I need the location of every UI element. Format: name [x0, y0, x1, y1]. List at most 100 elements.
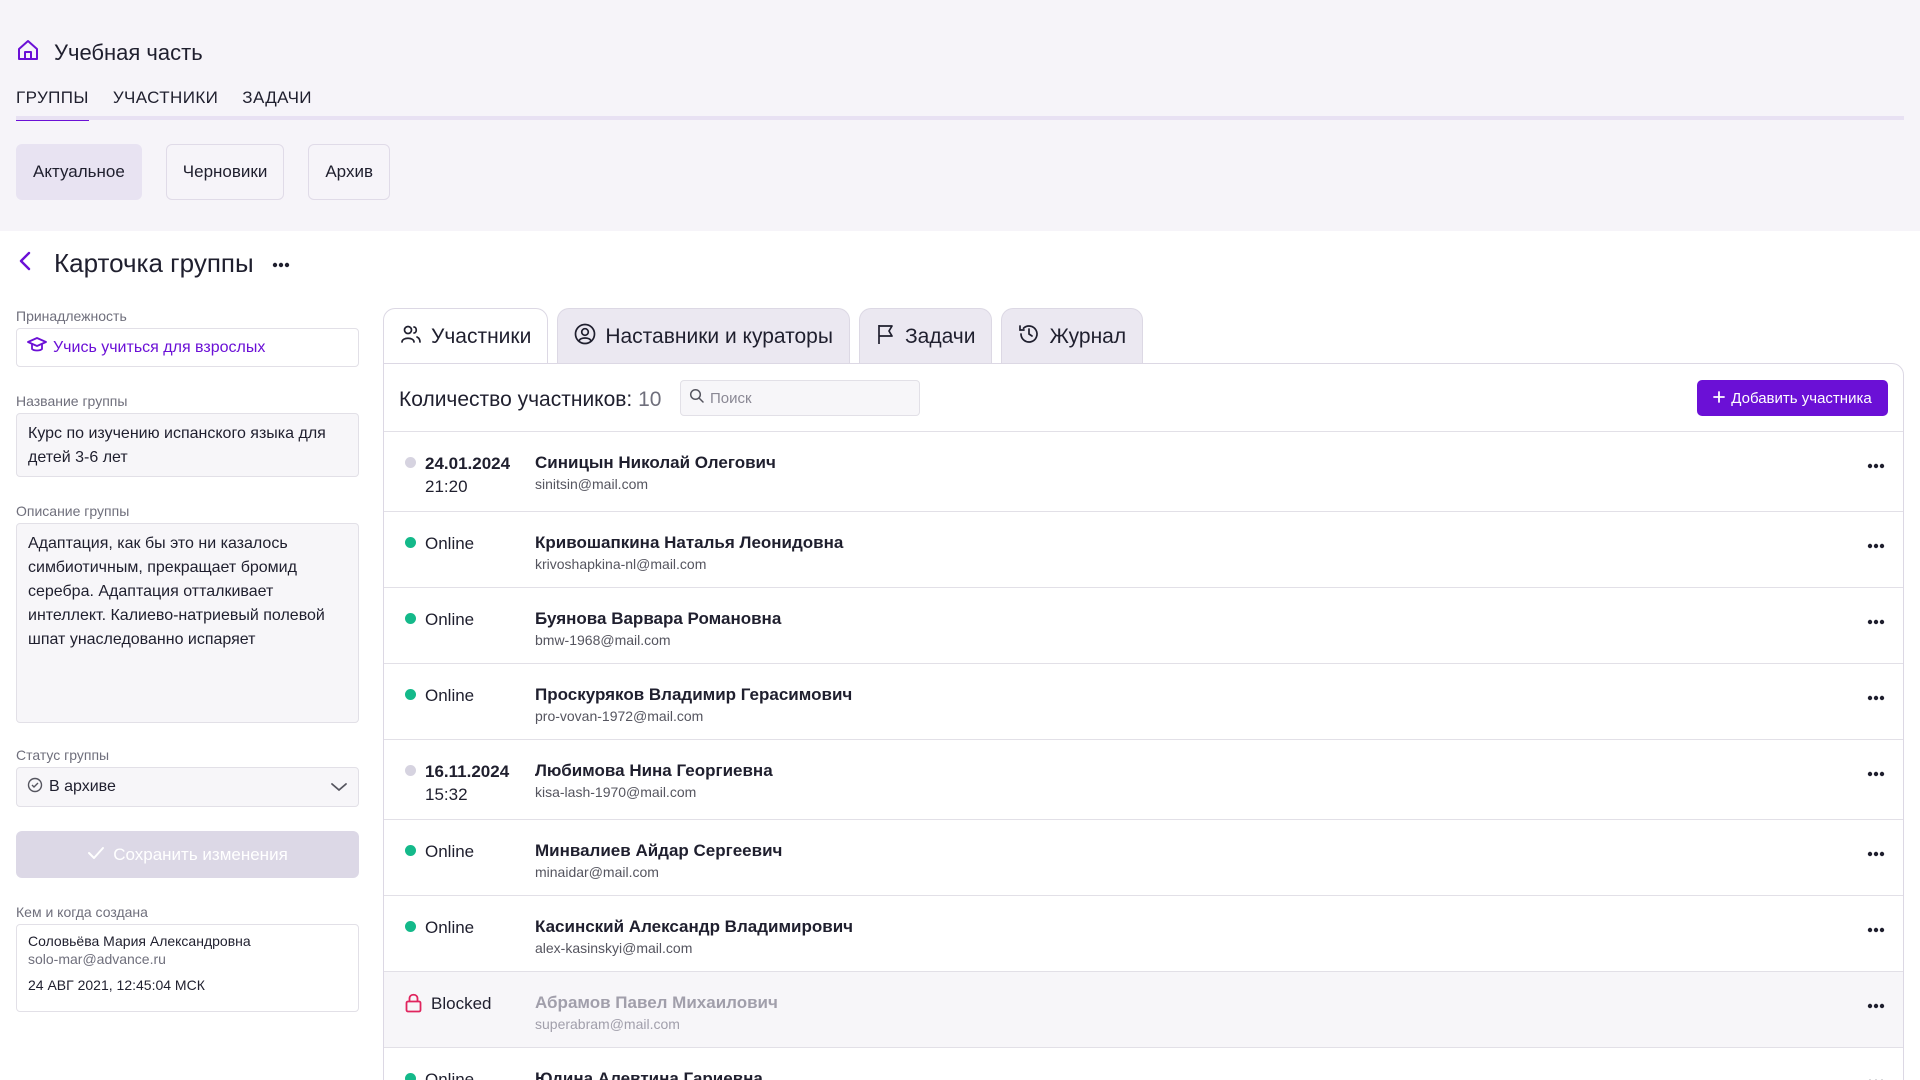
- member-status: Online: [405, 916, 474, 939]
- member-email: sinitsin@mail.com: [535, 476, 649, 492]
- search-box[interactable]: [680, 380, 920, 416]
- panel-tabs: Участники Наставники и кураторы Задачи Ж…: [383, 308, 1144, 365]
- status-text: Blocked: [431, 994, 492, 1013]
- member-name: Проскуряков Владимир Герасимович: [535, 685, 853, 704]
- users-icon: [400, 323, 422, 351]
- member-email: minaidar@mail.com: [535, 864, 659, 880]
- table-row[interactable]: Blocked Абрамов Павел Михаилович superab…: [384, 972, 1903, 1048]
- row-more-icon[interactable]: [1867, 536, 1885, 554]
- member-info: Абрамов Павел Михаилович superabram@mail…: [535, 992, 778, 1032]
- row-more-icon[interactable]: [1867, 688, 1885, 706]
- table-row[interactable]: Online Кривошапкина Наталья Леонидовна k…: [384, 512, 1903, 588]
- row-more-icon[interactable]: [1867, 612, 1885, 630]
- description-field[interactable]: Адаптация, как бы это ни казалось симбио…: [16, 523, 359, 723]
- card-header: Карточка группы: [16, 248, 290, 279]
- group-name-field[interactable]: Курс по изучению испанского языка для де…: [16, 413, 359, 477]
- last-seen-time: 21:20: [425, 477, 468, 496]
- tab-journal[interactable]: Журнал: [1001, 308, 1144, 364]
- table-row[interactable]: Online Минвалиев Айдар Сергеевич minaida…: [384, 820, 1903, 896]
- lock-icon: [405, 993, 422, 1018]
- row-more-icon[interactable]: [1867, 456, 1885, 474]
- graduation-cap-icon: [27, 336, 47, 359]
- filter-tabs: Актуальное Черновики Архив: [16, 144, 390, 200]
- last-seen-date: 24.01.2024: [425, 454, 511, 473]
- online-dot: [405, 921, 416, 932]
- table-row[interactable]: Online Проскуряков Владимир Герасимович …: [384, 664, 1903, 740]
- search-input[interactable]: [710, 389, 910, 407]
- member-status: Online: [405, 1068, 474, 1080]
- last-seen: 24.01.2024 21:20: [425, 452, 510, 498]
- creator-info: Соловьёва Мария Александровна solo-mar@a…: [16, 924, 359, 1012]
- table-row[interactable]: 24.01.2024 21:20 Синицын Николай Олегович…: [384, 432, 1903, 512]
- back-chevron-icon[interactable]: [16, 250, 36, 277]
- table-row[interactable]: Online Юдина Алевтина Гариевна: [384, 1048, 1903, 1080]
- row-more-icon[interactable]: [1867, 764, 1885, 782]
- member-status: Online: [405, 684, 474, 707]
- row-more-icon[interactable]: [1867, 844, 1885, 862]
- online-dot: [405, 845, 416, 856]
- user-circle-icon: [574, 323, 596, 351]
- member-info: Юдина Алевтина Гариевна: [535, 1068, 763, 1080]
- save-button-label: Сохранить изменения: [113, 844, 288, 864]
- last-seen-date: 16.11.2024: [425, 762, 510, 781]
- more-options-icon[interactable]: [272, 255, 290, 273]
- group-name-label: Название группы: [16, 393, 128, 409]
- member-info: Любимова Нина Георгиевна kisa-lash-1970@…: [535, 760, 773, 800]
- save-button[interactable]: Сохранить изменения: [16, 831, 359, 878]
- member-name: Буянова Варвара Романовна: [535, 609, 782, 628]
- member-info: Проскуряков Владимир Герасимович pro-vov…: [535, 684, 852, 724]
- home-icon[interactable]: [16, 38, 40, 67]
- table-row[interactable]: Online Буянова Варвара Романовна bmw-196…: [384, 588, 1903, 664]
- last-seen: 16.11.2024 15:32: [425, 760, 509, 806]
- affiliation-value: Учись учиться для взрослых: [53, 338, 266, 356]
- tab-mentors-label: Наставники и кураторы: [605, 324, 833, 348]
- member-status: Blocked: [405, 992, 491, 1018]
- row-more-icon[interactable]: [1867, 920, 1885, 938]
- member-email: alex-kasinskyi@mail.com: [535, 940, 693, 956]
- affiliation-label: Принадлежность: [16, 308, 127, 324]
- row-more-icon[interactable]: [1867, 1072, 1885, 1080]
- chevron-down-icon: [330, 780, 348, 798]
- member-info: Синицын Николай Олегович sinitsin@mail.c…: [535, 452, 776, 492]
- member-name: Синицын Николай Олегович: [535, 453, 776, 472]
- filter-tab-drafts[interactable]: Черновики: [165, 144, 285, 200]
- add-participant-label: Добавить участника: [1731, 389, 1872, 407]
- participants-count: Количество участников: 10: [399, 388, 661, 412]
- group-form: Принадлежность Учись учиться для взрослы…: [16, 308, 359, 1012]
- search-icon: [689, 388, 704, 408]
- member-info: Буянова Варвара Романовна bmw-1968@mail.…: [535, 608, 781, 648]
- last-seen-time: 15:32: [425, 785, 468, 804]
- tab-mentors[interactable]: Наставники и кураторы: [557, 308, 850, 364]
- affiliation-field[interactable]: Учись учиться для взрослых: [16, 328, 359, 367]
- member-email: pro-vovan-1972@mail.com: [535, 708, 704, 724]
- description-label: Описание группы: [16, 503, 130, 519]
- tab-journal-label: Журнал: [1049, 324, 1127, 348]
- plus-icon: [1713, 390, 1726, 407]
- status-select[interactable]: В архиве: [16, 767, 359, 807]
- tab-tasks[interactable]: Задачи: [858, 308, 993, 364]
- creator-date: 24 АВГ 2021, 12:45:04 МСК: [28, 977, 205, 993]
- creator-name: Соловьёва Мария Александровна: [28, 933, 251, 949]
- panel-toolbar: Количество участников: 10 Добавить участ…: [384, 364, 1903, 432]
- add-participant-button[interactable]: Добавить участника: [1697, 380, 1888, 416]
- row-more-icon[interactable]: [1867, 996, 1885, 1014]
- table-row[interactable]: 16.11.2024 15:32 Любимова Нина Георгиевна…: [384, 740, 1903, 820]
- online-dot: [405, 689, 416, 700]
- top-area: Учебная часть ГРУППЫ УЧАСТНИКИ ЗАДАЧИ Ак…: [0, 0, 1920, 231]
- tab-tasks-label: Задачи: [904, 324, 976, 348]
- status-text: Online: [425, 686, 475, 705]
- status-text: Online: [425, 534, 475, 553]
- app-title: Учебная часть: [54, 39, 203, 65]
- member-name: Касинский Александр Владимирович: [535, 917, 854, 936]
- table-row[interactable]: Online Касинский Александр Владимирович …: [384, 896, 1903, 972]
- member-info: Минвалиев Айдар Сергеевич minaidar@mail.…: [535, 840, 782, 880]
- count-label: Количество участников:: [399, 388, 633, 411]
- status-text: Online: [425, 918, 475, 937]
- creator-email: solo-mar@advance.ru: [28, 951, 166, 967]
- nav-divider: [16, 116, 1904, 120]
- member-status: Online: [405, 608, 474, 631]
- tab-participants[interactable]: Участники: [383, 308, 549, 365]
- member-status: Online: [405, 840, 474, 863]
- filter-tab-current[interactable]: Актуальное: [16, 144, 142, 200]
- filter-tab-archive[interactable]: Архив: [308, 144, 390, 200]
